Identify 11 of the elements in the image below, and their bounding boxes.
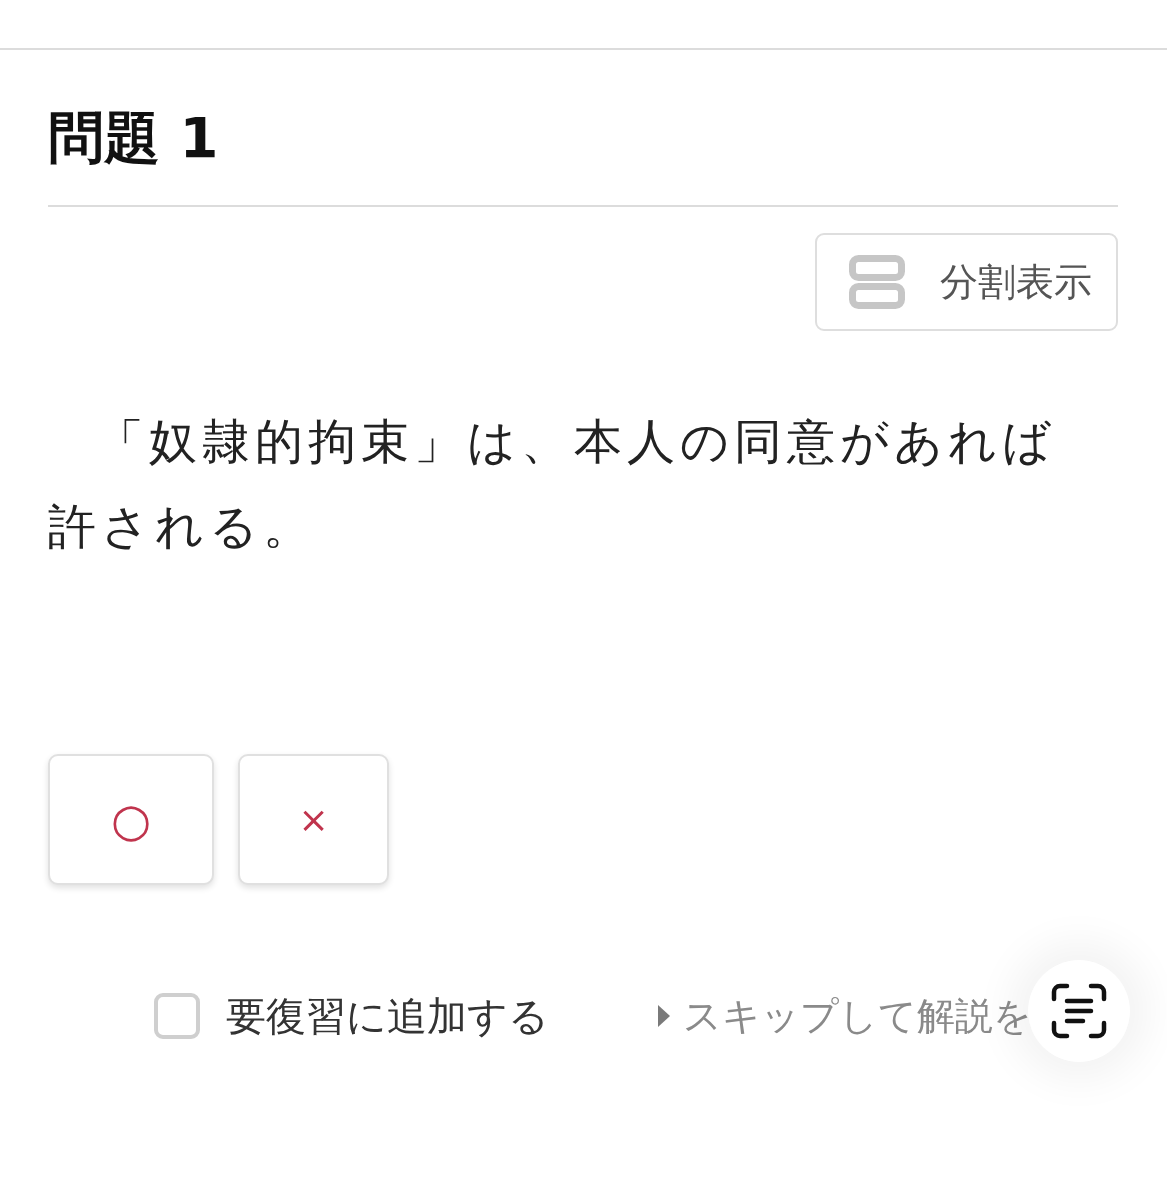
skip-to-explanation-link[interactable]: スキップして解説を	[657, 987, 1032, 1045]
circle-answer-button[interactable]: ○	[48, 754, 214, 886]
question-title: 問題 1	[48, 104, 220, 172]
question-text: 「奴隷的拘束」は、本人の同意があれば許される。	[48, 412, 1057, 557]
checkbox-label[interactable]: 要復習に追加する	[226, 986, 549, 1047]
caret-icon	[657, 1004, 671, 1029]
split-view-button[interactable]: 分割表示	[815, 233, 1118, 332]
split-layout-icon	[849, 255, 905, 310]
cross-answer-button[interactable]: ×	[238, 754, 389, 886]
scan-text-icon	[1051, 983, 1107, 1039]
checkbox[interactable]	[154, 993, 200, 1040]
